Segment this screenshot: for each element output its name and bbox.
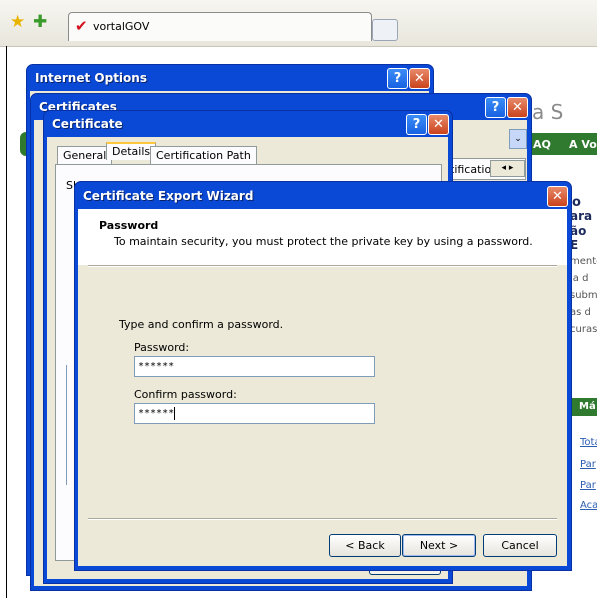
tab-general[interactable]: General xyxy=(57,146,113,164)
next-button[interactable]: Next > xyxy=(402,534,476,557)
text-cursor xyxy=(174,406,176,420)
footer-separator xyxy=(88,518,557,520)
site-link[interactable]: Par xyxy=(580,480,596,491)
site-bold-fragment: ão E xyxy=(570,224,587,252)
favorites-star-icon[interactable]: ★ xyxy=(10,14,25,31)
instruction-text: Type and confirm a password. xyxy=(119,318,284,331)
tab-scroll-arrows-icon[interactable]: ◂ ▸ xyxy=(490,160,525,177)
site-text-fragment: curas xyxy=(570,324,597,335)
wizard-header: Password To maintain security, you must … xyxy=(78,209,567,265)
close-button[interactable]: ✕ xyxy=(428,114,449,135)
password-label: Password: xyxy=(134,341,190,354)
window-title: Certificate xyxy=(52,117,123,131)
window-title: Certificate Export Wizard xyxy=(83,189,254,203)
site-link[interactable]: Tota xyxy=(580,437,597,448)
export-wizard-window: Certificate Export Wizard ✕ Password To … xyxy=(74,181,572,571)
browser-toolbar: ★ ✚ ✔ vortalGOV xyxy=(0,0,597,47)
confirm-password-label: Confirm password: xyxy=(134,388,237,401)
site-bold-fragment: o xyxy=(572,195,581,210)
site-link[interactable]: Aca xyxy=(580,500,597,511)
site-nav-item[interactable]: AQ xyxy=(533,138,551,151)
back-button[interactable]: < Back xyxy=(329,534,401,557)
site-nav-bar: AQ A Vo xyxy=(527,133,597,155)
password-field[interactable]: ****** xyxy=(134,356,375,377)
header-separator xyxy=(88,265,557,267)
cancel-button[interactable]: Cancel xyxy=(483,534,557,557)
site-link[interactable]: Par xyxy=(580,459,596,470)
help-button[interactable]: ? xyxy=(387,68,408,89)
help-button[interactable]: ? xyxy=(485,97,506,118)
browser-tab-title: vortalGOV xyxy=(93,20,150,33)
header-title: Password xyxy=(99,219,159,232)
page-border xyxy=(6,46,7,598)
site-text-fragment: mente xyxy=(570,256,597,267)
browser-tab[interactable]: ✔ vortalGOV xyxy=(68,12,372,41)
tab-details[interactable]: Details xyxy=(106,142,157,160)
site-bold-fragment: ara xyxy=(570,209,593,223)
close-button[interactable]: ✕ xyxy=(547,186,568,207)
window-title: Internet Options xyxy=(35,71,147,85)
new-tab-button[interactable] xyxy=(372,19,398,41)
site-nav-item[interactable]: A Vo xyxy=(569,138,597,151)
add-favorite-icon[interactable]: ✚ xyxy=(33,14,47,31)
dropdown-chevron-icon[interactable]: ⌄ xyxy=(509,129,527,149)
site-text-fragment: as d xyxy=(570,307,591,318)
vortal-logo-icon: ✔ xyxy=(75,17,88,35)
help-button[interactable]: ? xyxy=(406,114,427,135)
site-text-fragment: subm xyxy=(570,290,597,301)
list-border xyxy=(66,365,67,485)
close-button[interactable]: ✕ xyxy=(409,68,430,89)
confirm-password-field[interactable]: ****** xyxy=(134,403,375,424)
window-body: Password To maintain security, you must … xyxy=(78,209,567,566)
close-button[interactable]: ✕ xyxy=(507,97,528,118)
site-section-label: Má xyxy=(570,398,597,416)
header-subtitle: To maintain security, you must protect t… xyxy=(114,235,533,248)
tab-certification-path[interactable]: Certification Path xyxy=(150,146,257,164)
site-text-fragment: ia d xyxy=(570,273,589,284)
